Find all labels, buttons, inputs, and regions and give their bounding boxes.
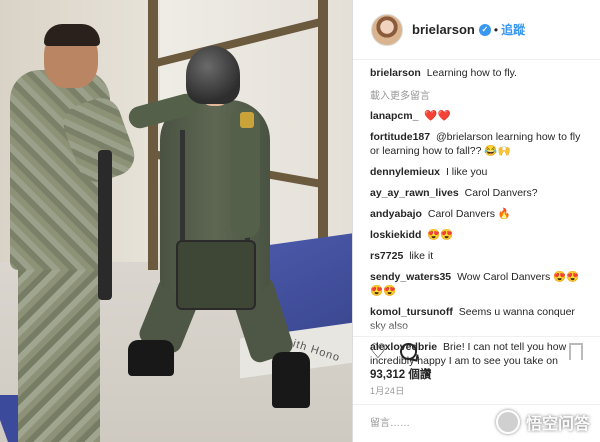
watermark-logo-icon [495,410,520,434]
comment: loskiekidd 😍😍 [370,228,590,242]
verified-badge-icon: ✓ [478,23,491,36]
caption-username[interactable]: brielarson [370,67,421,79]
comment-username[interactable]: ay_ay_rawn_lives [370,187,459,199]
comment-username[interactable]: komol_tursunoff [370,306,453,318]
comment-text: like it [409,250,434,262]
pilot-boot [128,340,174,376]
harness-strap [98,150,112,300]
parachute-pack [176,240,256,310]
separator-dot: • [493,22,499,37]
post-date: 1月24日 [370,386,405,396]
action-bar: ♡ [353,336,600,366]
load-more-comments[interactable]: 載入更多留言 [370,87,590,102]
pilot-boot [272,352,310,408]
instructor-hair [44,24,100,46]
post-photo: ith Hono [0,0,352,442]
watermark: 悟空问答 [418,402,600,442]
instructor-legs [18,262,100,442]
post-header: brielarson ✓ • 追蹤 [353,0,600,60]
caption: brielarson Learning how to fly. [370,66,590,80]
comment-text: ❤️❤️ [424,110,451,122]
bookmark-icon[interactable] [569,343,583,360]
comment-username[interactable]: dennylemieux [370,166,440,178]
comment: fortitude187 @brielarson learning how to… [370,130,590,158]
follow-button[interactable]: 追蹤 [501,21,525,38]
post-sidebar: brielarson ✓ • 追蹤 brielarson Learning ho… [352,0,600,442]
comment-username[interactable]: sendy_waters35 [370,271,451,283]
comment: dennylemieux I like you [370,165,590,179]
shoulder-patch [240,112,254,128]
comment: lanapcm_ ❤️❤️ [370,109,590,123]
comment-bubble-icon[interactable] [399,343,417,360]
comment: rs7725 like it [370,249,590,263]
avatar[interactable] [371,13,403,46]
comment-text: Carol Danvers 🔥 [427,208,511,220]
comment-username[interactable]: lanapcm_ [370,110,418,122]
comment-username[interactable]: fortitude187 [370,131,430,143]
comment-username[interactable]: rs7725 [370,250,403,262]
comment: ay_ay_rawn_lives Carol Danvers? [370,186,590,200]
heart-icon[interactable]: ♡ [369,342,387,362]
comment: andyabajo Carol Danvers 🔥 [370,207,590,221]
flight-helmet [186,46,240,104]
training-frame [318,0,328,270]
comment-username[interactable]: loskiekidd [370,229,421,241]
comment-text: Carol Danvers? [464,187,538,199]
like-count[interactable]: 93,312 個讚 [370,366,431,382]
comment-text: 😍😍 [427,229,454,241]
comment-username[interactable]: andyabajo [370,208,422,220]
comment-text: I like you [445,166,488,178]
watermark-text: 悟空问答 [525,416,590,433]
training-frame [148,0,158,270]
username-link[interactable]: brielarson [412,22,475,37]
caption-text: Learning how to fly. [426,67,517,79]
comment: sendy_waters35 Wow Carol Danvers 😍😍😍😍 [370,270,590,298]
